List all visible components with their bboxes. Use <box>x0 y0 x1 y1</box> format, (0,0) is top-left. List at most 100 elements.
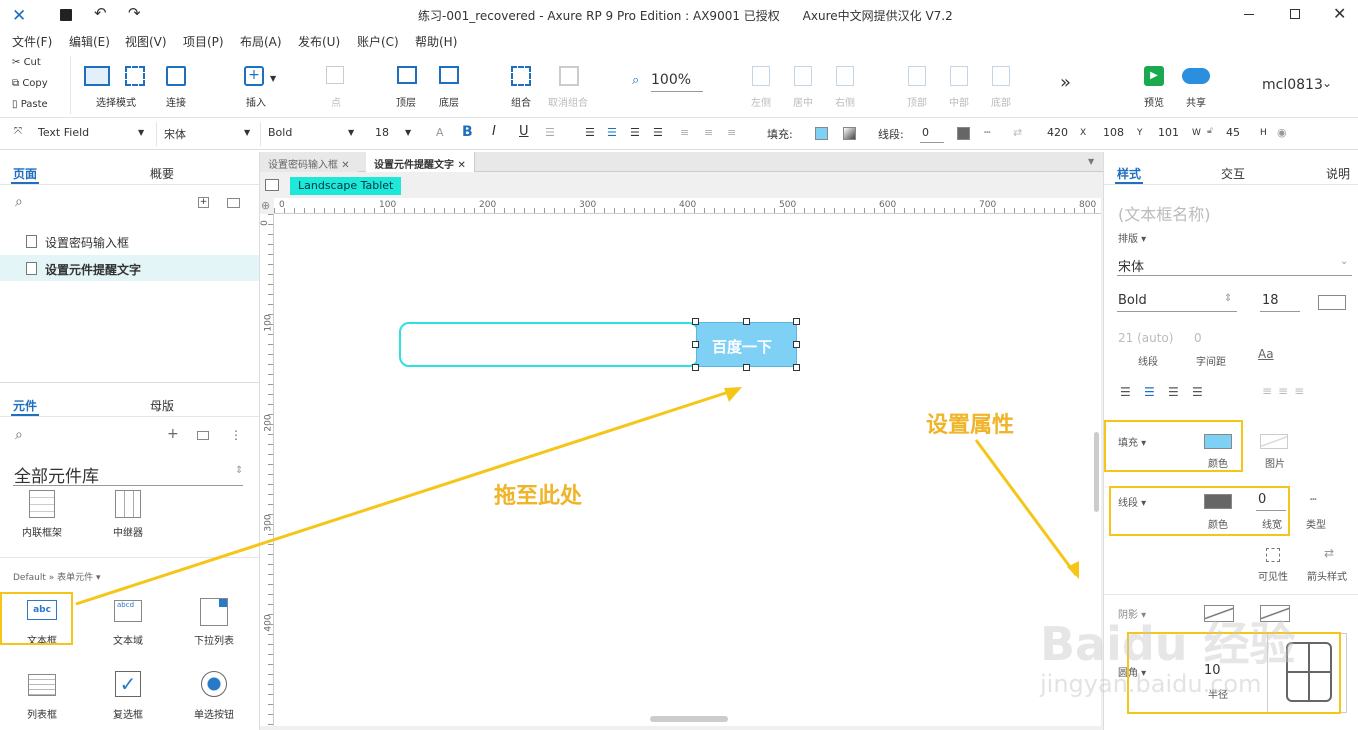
text-align-right-icon[interactable]: ☰ <box>1168 385 1179 399</box>
text-align-left-icon[interactable]: ☰ <box>585 126 595 139</box>
copy-button[interactable]: ⧉ Copy <box>12 78 48 89</box>
h-input[interactable]: 45 <box>1226 126 1240 139</box>
widget-checkbox[interactable]: ✓ 复选框 <box>93 671 163 721</box>
send-bottom-icon[interactable] <box>439 66 459 84</box>
close-tab-icon[interactable]: ✕ <box>341 160 349 171</box>
widget-repeater[interactable]: 中继器 <box>93 490 163 539</box>
tab-interactions[interactable]: 交互 <box>1221 165 1245 182</box>
font-family-field[interactable]: 宋体 <box>1118 256 1144 275</box>
menu-publish[interactable]: 发布(U) <box>298 33 340 50</box>
more-tools-button[interactable]: » <box>1060 72 1071 93</box>
char-spacing-field[interactable]: 0 <box>1194 331 1202 345</box>
font-weight-field[interactable]: Bold <box>1118 293 1147 308</box>
widget-style-dropdown-icon[interactable]: ▼ <box>138 128 144 137</box>
selection-handle[interactable] <box>793 318 800 325</box>
stroke-type-icon[interactable]: ┅ <box>1310 493 1317 506</box>
fill-gradient-swatch[interactable] <box>843 127 856 140</box>
arrow-style-icon[interactable]: ⇄ <box>1324 546 1334 560</box>
vertical-scrollbar[interactable] <box>1094 432 1099 512</box>
library-section-header[interactable]: Default » 表单元件 ▾ <box>13 570 101 583</box>
text-align-center-icon[interactable]: ☰ <box>607 126 617 139</box>
font-size-dropdown-icon[interactable]: ▼ <box>405 128 411 137</box>
widget-style-select[interactable]: Text Field <box>38 126 89 139</box>
save-icon[interactable] <box>60 9 72 21</box>
select-contained-icon[interactable] <box>125 66 145 86</box>
user-account[interactable]: mcl0813 <box>1262 77 1323 93</box>
insert-icon[interactable]: + <box>244 66 264 86</box>
selection-handle[interactable] <box>793 364 800 371</box>
y-input[interactable]: 108 <box>1103 126 1124 139</box>
menu-layout[interactable]: 布局(A) <box>240 33 282 50</box>
device-badge[interactable]: Landscape Tablet <box>290 177 402 195</box>
tab-style[interactable]: 样式 <box>1117 165 1141 182</box>
cut-button[interactable]: ✂ Cut <box>12 57 41 68</box>
chevron-down-icon[interactable]: ⌄ <box>1340 256 1348 267</box>
search-icon[interactable]: ⌕ <box>15 194 23 210</box>
text-align-left-icon[interactable]: ☰ <box>1120 385 1131 399</box>
bullet-list-icon[interactable]: ☰ <box>545 126 555 139</box>
valign-bottom-icon[interactable]: ≡ <box>727 126 736 139</box>
menu-help[interactable]: 帮助(H) <box>415 33 457 50</box>
x-input[interactable]: 420 <box>1047 126 1068 139</box>
line-spacing-field[interactable]: 21 (auto) <box>1118 331 1173 345</box>
radius-field[interactable]: 10 <box>1204 663 1221 678</box>
underline-icon[interactable]: U <box>519 124 529 139</box>
stroke-pattern-icon[interactable]: ┅ <box>984 126 991 139</box>
close-tab-icon[interactable]: ✕ <box>457 160 465 171</box>
widget-name-input[interactable]: (文本框名称) <box>1118 201 1211 225</box>
font-family-dropdown-icon[interactable]: ▼ <box>244 128 250 137</box>
zoom-select[interactable]: 100% <box>651 72 691 88</box>
menu-file[interactable]: 文件(F) <box>12 33 52 50</box>
tab-pages[interactable]: 页面 <box>13 165 37 182</box>
tab-notes[interactable]: 说明 <box>1326 165 1350 182</box>
text-field-widget[interactable] <box>399 322 699 367</box>
widget-inline-frame[interactable]: 内联框架 <box>7 490 77 539</box>
stroke-width-field[interactable]: 0 <box>1258 492 1266 507</box>
corner-radius-selector-icon[interactable] <box>1267 633 1347 713</box>
menu-edit[interactable]: 编辑(E) <box>69 33 110 50</box>
valign-icons[interactable]: ≡≡≡ <box>1262 384 1310 398</box>
widget-radio-button[interactable]: 单选按钮 <box>179 671 249 721</box>
text-color-icon[interactable]: A <box>436 126 444 139</box>
selection-handle[interactable] <box>692 364 699 371</box>
preview-icon[interactable]: ▶ <box>1144 66 1164 86</box>
valign-middle-icon[interactable]: ≡ <box>704 126 713 139</box>
selection-handle[interactable] <box>793 341 800 348</box>
page-item[interactable]: 设置密码输入框 <box>0 228 259 254</box>
stroke-width-input[interactable]: 0 <box>922 126 929 139</box>
library-copy-icon[interactable] <box>197 431 209 440</box>
menu-project[interactable]: 项目(P) <box>183 33 224 50</box>
font-weight-select[interactable]: Bold <box>268 126 292 139</box>
menu-account[interactable]: 账户(C) <box>357 33 399 50</box>
add-library-icon[interactable]: + <box>167 426 179 442</box>
add-page-icon[interactable]: + <box>198 197 209 208</box>
design-canvas[interactable]: 百度一下 <box>274 214 1101 726</box>
minimize-button[interactable] <box>1244 14 1254 15</box>
group-icon[interactable] <box>511 66 531 86</box>
widget-dropdown[interactable]: 下拉列表 <box>179 598 249 647</box>
typography-section[interactable]: 排版 ▾ <box>1118 230 1146 245</box>
selection-handle[interactable] <box>692 341 699 348</box>
lock-icon[interactable]: 🔓︎ <box>1207 126 1213 136</box>
search-icon[interactable]: ⌕ <box>15 427 23 443</box>
fill-image-swatch[interactable] <box>1260 434 1288 449</box>
tabs-menu-icon[interactable]: ▼ <box>1088 157 1094 166</box>
radius-section[interactable]: 圆角 ▾ <box>1118 664 1146 679</box>
tab-outline[interactable]: 概要 <box>150 165 174 182</box>
inner-shadow-swatch[interactable] <box>1260 605 1290 622</box>
connect-icon[interactable] <box>166 66 186 86</box>
add-folder-icon[interactable] <box>227 198 240 208</box>
horizontal-scrollbar[interactable] <box>650 716 728 722</box>
chevron-down-icon[interactable]: ⌄ <box>1322 76 1332 90</box>
font-family-select[interactable]: 宋体 <box>164 126 186 142</box>
selection-handle[interactable] <box>743 364 750 371</box>
undo-icon[interactable]: ↶ <box>94 4 107 22</box>
valign-top-icon[interactable]: ≡ <box>680 126 689 139</box>
italic-icon[interactable]: I <box>492 124 496 139</box>
insert-dropdown-icon[interactable]: ▼ <box>270 74 276 83</box>
tab-widgets[interactable]: 元件 <box>13 397 37 414</box>
widget-list-box[interactable]: 列表框 <box>7 674 77 721</box>
text-style-icon[interactable]: Aa <box>1258 347 1274 361</box>
selection-handle[interactable] <box>692 318 699 325</box>
share-cloud-icon[interactable] <box>1182 68 1210 84</box>
